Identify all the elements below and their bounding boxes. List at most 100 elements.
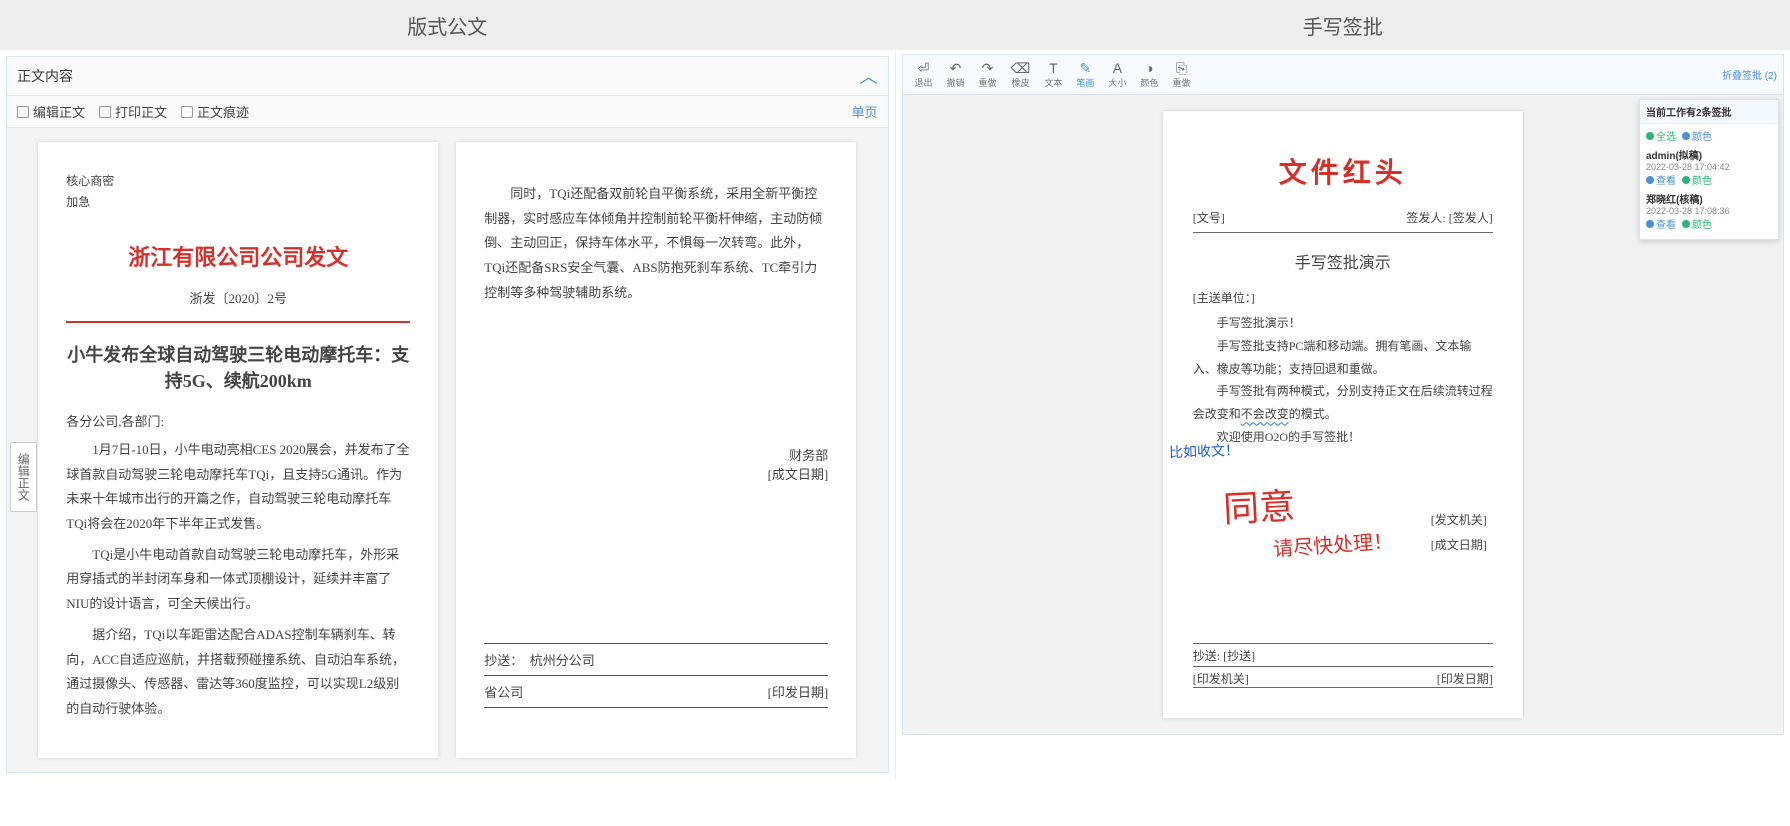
signature-dept: 财务部 [484, 445, 828, 464]
docnum-field: [文号] [1193, 209, 1225, 226]
right-header: 手写签批 [896, 0, 1790, 50]
red-line [66, 321, 410, 323]
wavy-underline: 不会改变 [1241, 407, 1289, 421]
entry-view[interactable]: 查看 [1646, 172, 1676, 187]
tool-glyph-icon: ◑ [1145, 60, 1153, 76]
demo-title: 手写签批演示 [1193, 249, 1493, 273]
tool-glyph-icon: ↶ [950, 60, 962, 76]
editor-body: 文件红头 [文号] 签发人: [签发人] 手写签批演示 [主送单位：] 手写签批… [902, 95, 1785, 735]
tag-color[interactable]: 颜色 [1682, 128, 1712, 143]
body-p2: 手写签批支持PC端和移动端。拥有笔画、文本输入、橡皮等功能；支持回退和重做。 [1193, 335, 1493, 381]
signature-block: [发文机关] [成文日期] [1431, 511, 1487, 561]
document-viewport: 编辑正文 核心商密 加急 浙江有限公司公司发文 浙发〔2020〕2号 小牛发布全… [6, 128, 889, 773]
annotation-entry[interactable]: admin(拟稿)2022-03-28 17:04:42查看颜色 [1646, 147, 1772, 187]
security-level: 核心商密 [66, 172, 410, 189]
tool-颜色[interactable]: ◑颜色 [1134, 58, 1164, 91]
body-p3: 手写签批有两种模式，分别支持正文在后续流转过程会改变和不会改变的模式。 [1193, 380, 1493, 426]
red-head-big: 文件红头 [1193, 151, 1493, 191]
tag-select-all[interactable]: 全选 [1646, 128, 1676, 143]
left-header: 版式公文 [0, 0, 895, 50]
editor-toolbar: ⏎退出↶撤销↷重做⌫橡皮T文本✎笔画A大小◑颜色⎘重做 折叠签批 (2) [902, 54, 1785, 95]
dot-green-icon [1682, 176, 1690, 184]
side-edit-tab[interactable]: 编辑正文 [10, 442, 37, 512]
tool-label: 重做 [979, 76, 997, 89]
tool-大小[interactable]: A大小 [1102, 58, 1132, 91]
tool-撤销[interactable]: ↶撤销 [941, 58, 971, 91]
print-icon [99, 106, 111, 118]
tool-glyph-icon: ↷ [982, 60, 994, 76]
handwriting-red-small: 请尽快处理！ [1272, 525, 1394, 562]
entry-user: 郑晓红(核稿) [1646, 191, 1772, 206]
tool-label: 文本 [1044, 76, 1062, 89]
tool-glyph-icon: ⌫ [1011, 60, 1031, 76]
dot-blue-icon [1682, 132, 1690, 140]
tool-label: 颜色 [1140, 76, 1158, 89]
entry-view[interactable]: 查看 [1646, 216, 1676, 231]
divider-line [484, 643, 828, 644]
doc-page-1: 编辑正文 核心商密 加急 浙江有限公司公司发文 浙发〔2020〕2号 小牛发布全… [38, 142, 438, 758]
issuer-row: 省公司 [印发日期] [484, 680, 828, 703]
doc-number: 浙发〔2020〕2号 [66, 288, 410, 307]
para-2: TQi是小牛电动首款自动驾驶三轮电动摩托车，外形采用穿插式的半封闭车身和一体式顶… [66, 543, 410, 617]
annotated-document[interactable]: 文件红头 [文号] 签发人: [签发人] 手写签批演示 [主送单位：] 手写签批… [1163, 111, 1523, 718]
tool-label: 重做 [1172, 76, 1190, 89]
tool-退出[interactable]: ⏎退出 [909, 58, 939, 91]
tool-笔画[interactable]: ✎笔画 [1070, 58, 1100, 91]
collapse-caret-icon[interactable]: ︿ [860, 63, 878, 89]
entry-time: 2022-03-28 17:08:36 [1646, 206, 1772, 216]
addressee-field: [主送单位：] [1193, 289, 1493, 306]
tool-文本[interactable]: T文本 [1038, 58, 1068, 91]
tool-glyph-icon: A [1113, 60, 1122, 76]
dot-green-icon [1682, 220, 1690, 228]
body-p1: 手写签批演示！ [1193, 312, 1493, 335]
divider-line [484, 707, 828, 708]
single-page-link[interactable]: 单页 [851, 105, 877, 120]
tool-label: 笔画 [1076, 76, 1094, 89]
tool-label: 退出 [915, 76, 933, 89]
dot-blue-icon [1646, 176, 1654, 184]
divider-line [484, 675, 828, 676]
panel-head: 当前工作有2条签批 [1640, 100, 1778, 124]
tool-橡皮[interactable]: ⌫橡皮 [1005, 58, 1037, 91]
traces-icon [181, 106, 193, 118]
handwriting-blue: 比如收文！ [1168, 440, 1239, 462]
dot-green-icon [1646, 132, 1654, 140]
entry-color[interactable]: 颜色 [1682, 216, 1712, 231]
tool-glyph-icon: ⎘ [1176, 60, 1187, 76]
red-head-title: 浙江有限公司公司发文 [66, 240, 410, 272]
tool-glyph-icon: T [1049, 60, 1058, 76]
thin-line [1193, 232, 1493, 233]
annotation-entry[interactable]: 郑晓红(核稿)2022-03-28 17:08:36查看颜色 [1646, 191, 1772, 231]
doc-page-2: 同时，TQi还配备双前轮自平衡系统，采用全新平衡控制器，实时感应车体倾角并控制前… [456, 142, 856, 758]
annotations-panel[interactable]: 当前工作有2条签批 全选 颜色 admin(拟稿)2022-03-28 17:0… [1639, 99, 1779, 240]
para-1: 1月7日-10日，小牛电动亮相CES 2020展会，并发布了全球首款自动驾驶三轮… [66, 438, 410, 537]
tool-glyph-icon: ✎ [1080, 60, 1092, 76]
doc-toolbar: 编辑正文 打印正文 正文痕迹 单页 [6, 96, 889, 128]
footer-block: 抄送: [抄送] [印发机关] [印发日期] [1193, 641, 1493, 688]
doc-title: 小牛发布全球自动驾驶三轮电动摩托车：支持5G、续航200km [66, 341, 410, 393]
edit-icon [17, 106, 29, 118]
entry-time: 2022-03-28 17:04:42 [1646, 162, 1772, 172]
collapse-annotations-link[interactable]: 折叠签批 (2) [1722, 67, 1777, 82]
entry-user: admin(拟稿) [1646, 147, 1772, 162]
traces-button[interactable]: 正文痕迹 [181, 102, 249, 121]
handwriting-red-big: 同意 [1221, 477, 1296, 533]
tool-label: 大小 [1108, 76, 1126, 89]
para-3: 据介绍，TQi以车距雷达配合ADAS控制车辆刹车、转向，ACC自适应巡航，并搭载… [66, 623, 410, 722]
para-4: 同时，TQi还配备双前轮自平衡系统，采用全新平衡控制器，实时感应车体倾角并控制前… [484, 182, 828, 305]
tool-label: 橡皮 [1011, 76, 1029, 89]
print-body-button[interactable]: 打印正文 [99, 102, 167, 121]
section-header: 正文内容 ︿ [6, 56, 889, 96]
tool-glyph-icon: ⏎ [918, 60, 930, 76]
signature-date: [成文日期] [484, 464, 828, 483]
tool-重做[interactable]: ⎘重做 [1166, 58, 1196, 91]
entry-color[interactable]: 颜色 [1682, 172, 1712, 187]
tool-label: 撤销 [947, 76, 965, 89]
dot-blue-icon [1646, 220, 1654, 228]
tool-重做[interactable]: ↷重做 [973, 58, 1003, 91]
copy-to-row: 抄送： 杭州分公司 [484, 648, 828, 671]
section-title: 正文内容 [17, 66, 73, 86]
urgency: 加急 [66, 193, 410, 210]
addressee: 各分公司,各部门: [66, 411, 410, 430]
edit-body-button[interactable]: 编辑正文 [17, 102, 85, 121]
